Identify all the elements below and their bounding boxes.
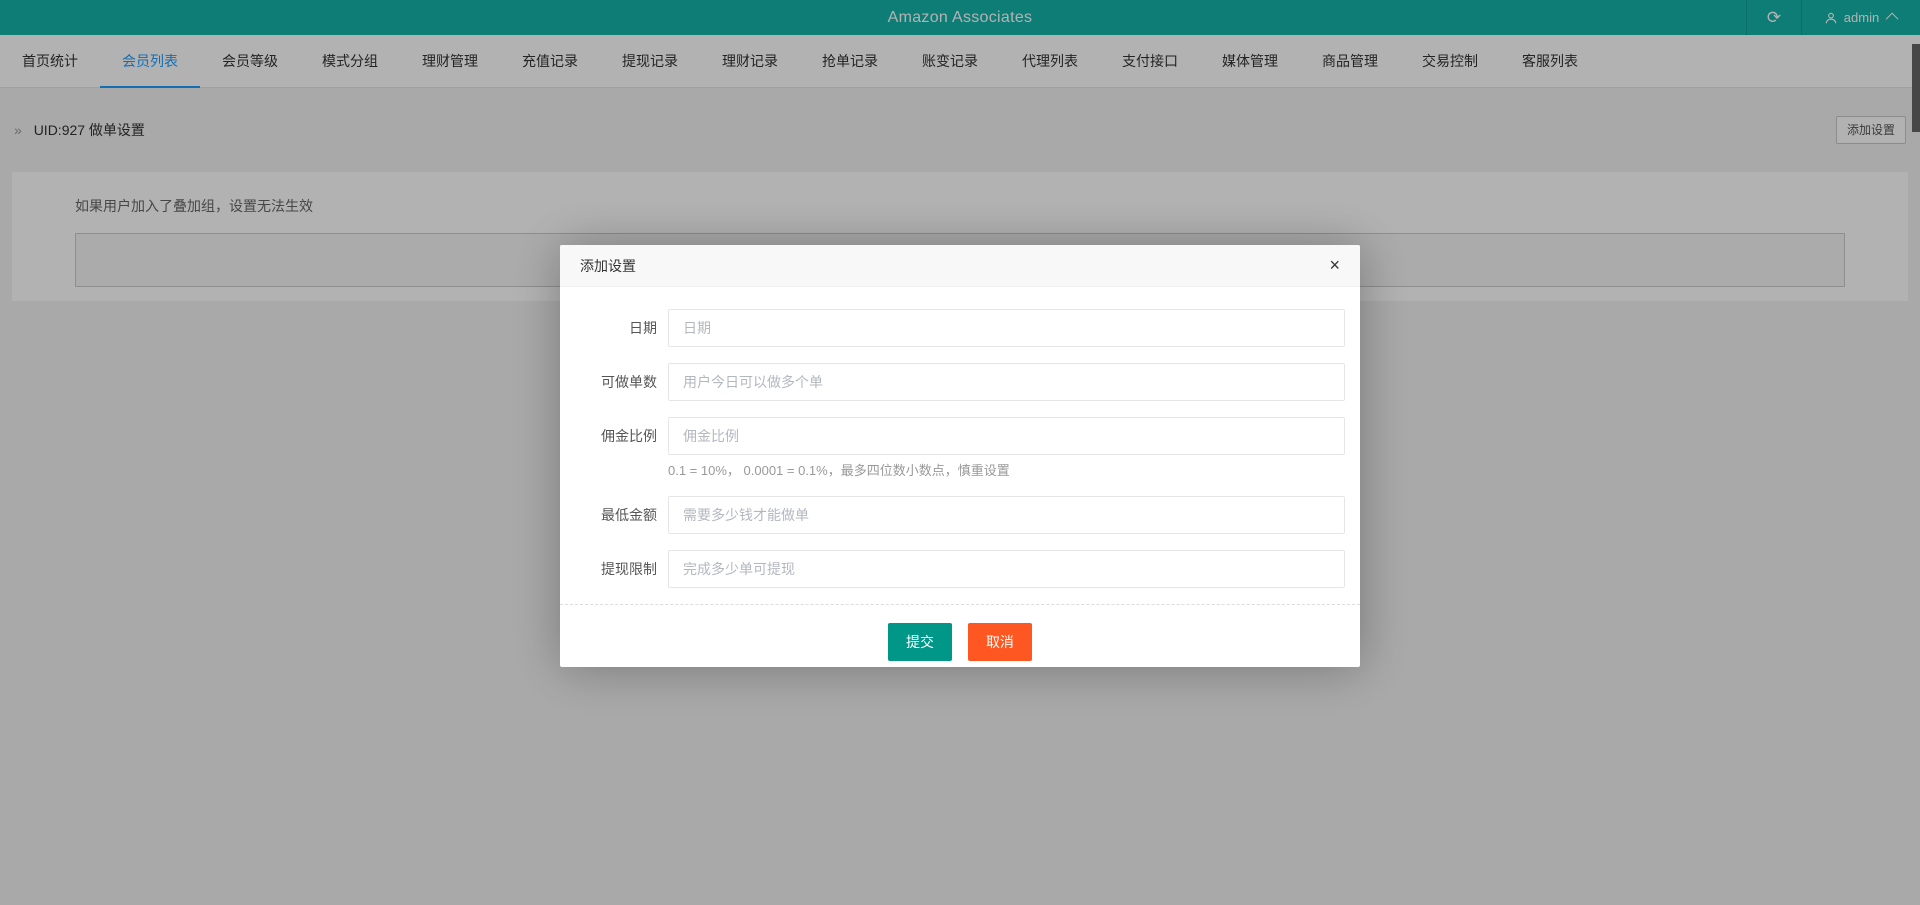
modal-title: 添加设置 xyxy=(580,258,636,274)
modal-footer: 提交 取消 xyxy=(560,604,1360,675)
add-setting-modal: 添加设置 × 日期 可做单数 佣金比例 0.1 = 10%， 0.0001 = … xyxy=(560,245,1360,667)
field-label: 提现限制 xyxy=(601,561,657,577)
field-label: 佣金比例 xyxy=(601,428,657,444)
vertical-scrollbar[interactable] xyxy=(1912,44,1920,132)
form-row-commission: 佣金比例 0.1 = 10%， 0.0001 = 0.1%，最多四位数小数点，慎… xyxy=(560,417,1345,480)
field-label: 日期 xyxy=(629,320,657,336)
commission-rate-input[interactable] xyxy=(668,417,1345,455)
form-row-date: 日期 xyxy=(560,309,1345,347)
date-input[interactable] xyxy=(668,309,1345,347)
order-count-input[interactable] xyxy=(668,363,1345,401)
form-row-min-amount: 最低金额 xyxy=(560,496,1345,534)
min-amount-input[interactable] xyxy=(668,496,1345,534)
field-label: 可做单数 xyxy=(601,374,657,390)
form-row-withdraw-limit: 提现限制 xyxy=(560,550,1345,588)
close-icon[interactable]: × xyxy=(1325,245,1344,287)
submit-button[interactable]: 提交 xyxy=(888,623,953,661)
cancel-button[interactable]: 取消 xyxy=(967,623,1032,661)
modal-form: 日期 可做单数 佣金比例 0.1 = 10%， 0.0001 = 0.1%，最多… xyxy=(560,287,1360,588)
field-label: 最低金额 xyxy=(601,507,657,523)
form-row-order-count: 可做单数 xyxy=(560,363,1345,401)
withdraw-limit-input[interactable] xyxy=(668,550,1345,588)
commission-help-text: 0.1 = 10%， 0.0001 = 0.1%，最多四位数小数点，慎重设置 xyxy=(668,463,1010,478)
modal-header: 添加设置 × xyxy=(560,245,1360,287)
